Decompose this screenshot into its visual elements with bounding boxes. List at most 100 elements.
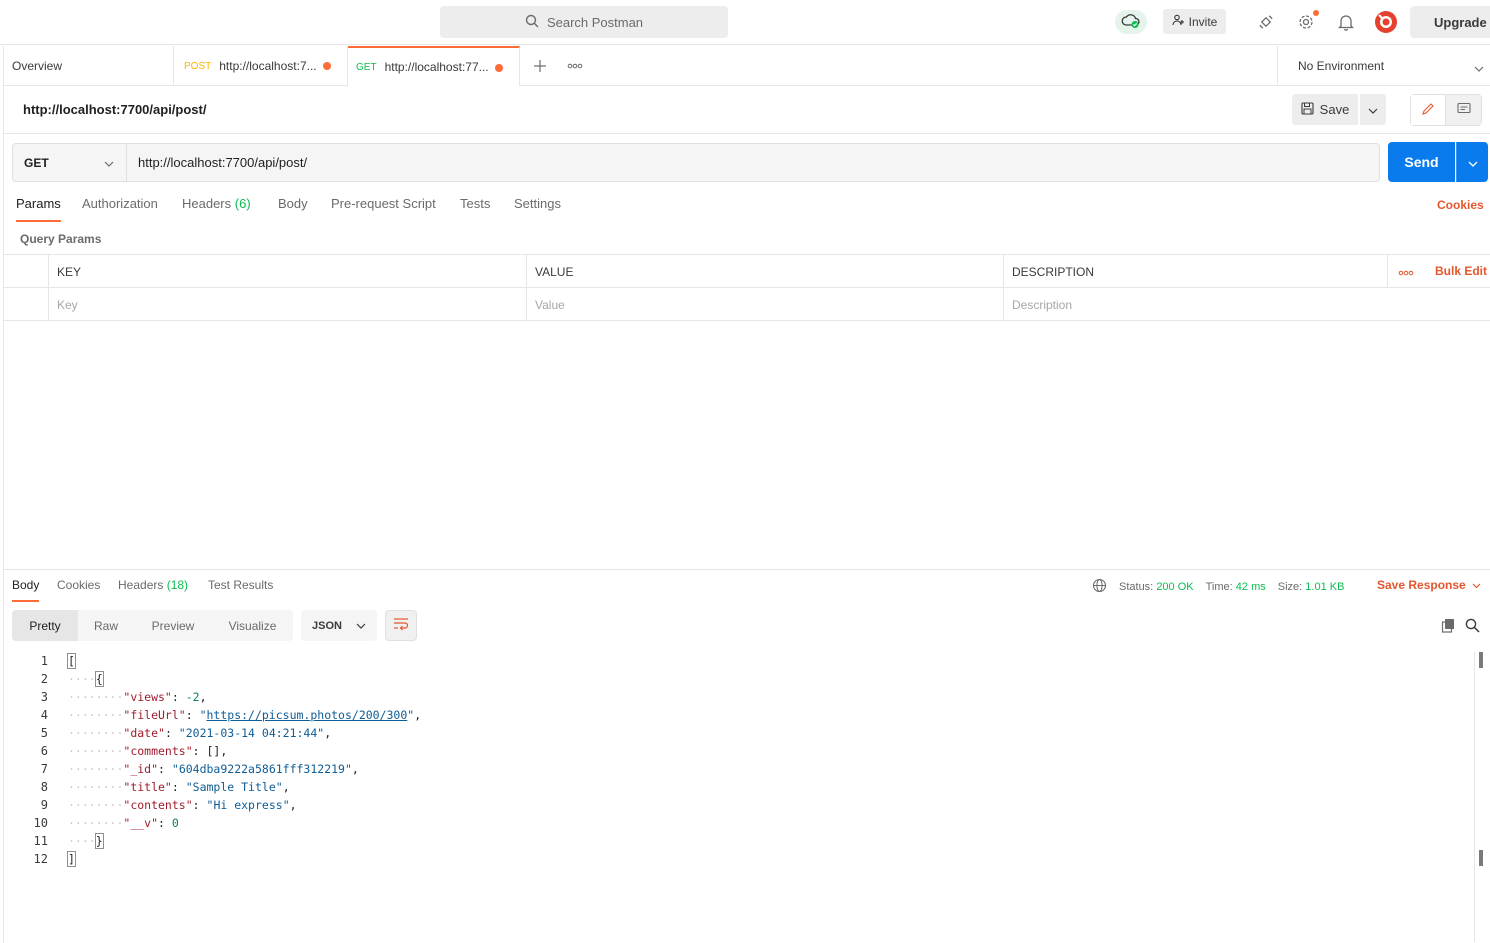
environment-label: No Environment — [1298, 59, 1385, 73]
response-tab-body[interactable]: Body — [12, 578, 40, 602]
method-value: GET — [24, 155, 49, 170]
sync-status-button[interactable] — [1115, 10, 1147, 34]
table-header-row: KEY VALUE DESCRIPTION Bulk Edit — [4, 255, 1490, 288]
tab-headers[interactable]: Headers (6) — [182, 196, 251, 222]
json-value-comments: [] — [206, 744, 221, 758]
code-line: 7 ········"_id": "604dba9222a5861fff3122… — [4, 760, 1474, 778]
url-input[interactable] — [127, 143, 1380, 182]
size-label: Size: — [1277, 581, 1303, 593]
line-number: 9 — [40, 798, 48, 812]
notification-dot — [1313, 10, 1319, 16]
response-tab-cookies[interactable]: Cookies — [57, 578, 100, 602]
line-number: 12 — [33, 852, 48, 866]
json-value-fileurl-link[interactable]: https://picsum.photos/200/300 — [207, 708, 408, 722]
code-line: 8 ········"title": "Sample Title", — [4, 778, 1474, 796]
response-tab-headers[interactable]: Headers (18) — [118, 578, 188, 602]
tab-get-request[interactable]: GET http://localhost:77... — [348, 46, 520, 86]
view-visualize-button[interactable]: Visualize — [212, 610, 293, 641]
send-button[interactable]: Send — [1388, 142, 1455, 182]
status-value[interactable]: 200 OK — [1156, 581, 1193, 593]
comments-mode-button[interactable] — [1446, 95, 1481, 125]
code-line: 5 ········"date": "2021-03-14 04:21:44", — [4, 724, 1474, 742]
tab-authorization[interactable]: Authorization — [82, 196, 158, 222]
key-input[interactable]: Key — [48, 288, 526, 321]
invite-button[interactable]: Invite — [1163, 9, 1226, 34]
response-divider[interactable] — [4, 569, 1490, 570]
scrollbar-marker — [1479, 850, 1483, 866]
chevron-down-icon — [356, 620, 366, 632]
response-body-editor[interactable]: 1 [ 2 ····{ 3 ········"views": -2, 4 ···… — [4, 652, 1474, 942]
view-raw-button[interactable]: Raw — [78, 610, 134, 641]
editor-scrollbar[interactable] — [1474, 652, 1486, 942]
search-icon[interactable] — [1462, 615, 1482, 635]
tab-count: (18) — [166, 578, 189, 592]
tab-label: http://localhost:77... — [384, 60, 489, 74]
line-number: 4 — [40, 708, 48, 722]
response-tab-test-results[interactable]: Test Results — [208, 578, 273, 602]
environment-select[interactable]: No Environment — [1277, 46, 1490, 86]
plus-icon[interactable] — [531, 57, 549, 75]
view-preview-button[interactable]: Preview — [134, 610, 212, 641]
table-options-button[interactable] — [1387, 255, 1423, 288]
wrap-lines-button[interactable] — [385, 610, 417, 641]
tab-label: Overview — [12, 59, 63, 73]
tab-label: Headers — [182, 196, 232, 211]
search-box[interactable]: Search Postman — [440, 6, 728, 38]
top-header: Search Postman Invite Upgrade — [0, 0, 1490, 45]
tab-pre-request-script[interactable]: Pre-request Script — [331, 196, 436, 222]
edit-mode-button[interactable] — [1411, 95, 1446, 125]
save-options-button[interactable] — [1360, 94, 1386, 125]
table-row: Key Value Description — [4, 288, 1490, 321]
json-value-title: Sample Title — [192, 780, 276, 794]
tab-label: Cookies — [57, 578, 101, 592]
request-title[interactable]: http://localhost:7700/api/post/ — [23, 102, 206, 117]
code-line: 12 ] — [4, 850, 1474, 868]
unsaved-dot — [495, 64, 503, 72]
avatar[interactable] — [1374, 10, 1398, 34]
tab-body[interactable]: Body — [278, 196, 308, 222]
view-pretty-button[interactable]: Pretty — [12, 610, 78, 641]
description-input[interactable]: Description — [1003, 288, 1490, 321]
query-params-table: KEY VALUE DESCRIPTION Bulk Edit Key Valu… — [4, 254, 1490, 321]
invite-label: Invite — [1188, 14, 1218, 29]
send-options-button[interactable] — [1456, 142, 1488, 182]
tab-params[interactable]: Params — [16, 196, 61, 222]
search-placeholder: Search Postman — [546, 14, 644, 30]
copy-icon[interactable] — [1438, 615, 1458, 635]
tab-post-request[interactable]: POST http://localhost:7... — [174, 46, 348, 86]
line-number: 5 — [40, 726, 48, 740]
tab-label: Authorization — [82, 196, 158, 211]
tab-overview[interactable]: Overview — [4, 46, 174, 86]
add-user-icon — [1172, 14, 1184, 29]
line-number: 1 — [40, 654, 48, 668]
line-number: 7 — [40, 762, 48, 776]
more-tabs-icon[interactable] — [566, 57, 584, 75]
bulk-edit-button[interactable]: Bulk Edit — [1435, 264, 1487, 278]
save-response-button[interactable]: Save Response — [1377, 578, 1481, 592]
method-select[interactable]: GET — [12, 143, 127, 182]
cookies-link[interactable]: Cookies — [1437, 198, 1484, 212]
status-label: Status: — [1119, 581, 1154, 593]
chevron-down-icon — [1368, 102, 1378, 117]
code-line: 10 ········"__v": 0 — [4, 814, 1474, 832]
value-input[interactable]: Value — [526, 288, 1003, 321]
bell-icon[interactable] — [1334, 10, 1358, 34]
tab-label: Test Results — [208, 578, 274, 592]
line-number: 2 — [40, 672, 48, 686]
chevron-down-icon — [1468, 155, 1478, 170]
more-options-icon — [1398, 265, 1414, 279]
time-value[interactable]: 42 ms — [1236, 581, 1266, 593]
time-label: Time: — [1205, 581, 1233, 593]
size-value[interactable]: 1.01 KB — [1305, 581, 1344, 593]
code-line: 9 ········"contents": "Hi express", — [4, 796, 1474, 814]
tab-tests[interactable]: Tests — [460, 196, 490, 222]
tab-label: Tests — [460, 196, 491, 211]
satellite-icon[interactable] — [1254, 10, 1278, 34]
upgrade-button[interactable]: Upgrade — [1410, 6, 1490, 38]
format-select[interactable]: JSON — [301, 610, 377, 641]
tab-label: Settings — [514, 196, 561, 211]
globe-icon[interactable] — [1092, 578, 1107, 596]
save-button[interactable]: Save — [1292, 94, 1358, 125]
tab-settings[interactable]: Settings — [514, 196, 561, 222]
request-tabbar: Overview POST http://localhost:7... GET … — [4, 46, 1490, 86]
